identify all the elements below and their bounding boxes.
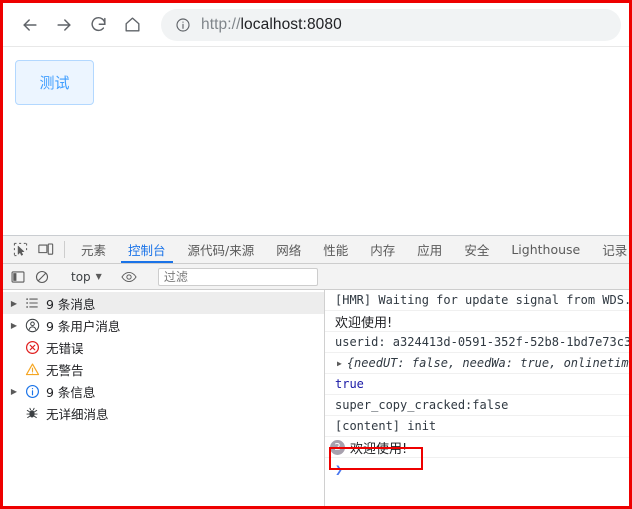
page-viewport: 测试 <box>3 47 629 235</box>
devtools-panel: 元素 控制台 源代码/来源 网络 性能 内存 应用 安全 Lighthouse … <box>3 235 629 506</box>
tab-security[interactable]: 安全 <box>453 236 500 263</box>
console-prompt[interactable]: ❯ <box>325 458 629 482</box>
tab-application[interactable]: 应用 <box>406 236 453 263</box>
verbose-bug-icon <box>21 406 43 420</box>
console-message-object[interactable]: ▶ {needUT: false, needWa: true, onlineti… <box>325 353 629 374</box>
user-icon <box>21 318 43 333</box>
console-toolbar: top ▼ 过滤 <box>3 264 629 290</box>
info-circle-icon[interactable] <box>175 17 191 33</box>
console-message-text: super_copy_cracked:false <box>335 398 509 412</box>
console-filter-input[interactable]: 过滤 <box>157 267 318 286</box>
chevron-down-icon: ▼ <box>95 272 102 281</box>
live-expression-eye-icon[interactable] <box>117 265 141 289</box>
expand-triangle-icon[interactable]: ▶ <box>337 359 342 368</box>
url-scheme: http:// <box>201 15 241 33</box>
prompt-chevron-icon: ❯ <box>335 462 343 478</box>
console-sidebar: ▶ 9 条消息 ▶ 9 条用户消息 无错误 无警告 ▶ 9 条信息 无详细消息 <box>3 290 325 506</box>
console-message-hmr[interactable]: [HMR] Waiting for update signal from WDS… <box>325 290 629 311</box>
chevron-right-icon[interactable]: ▶ <box>7 387 21 396</box>
test-button[interactable]: 测试 <box>15 60 94 105</box>
sidebar-item-label: 9 条用户消息 <box>46 318 121 334</box>
device-toolbar-icon[interactable] <box>33 236 59 263</box>
sidebar-item-label: 9 条信息 <box>46 384 96 400</box>
reload-icon[interactable] <box>81 8 115 42</box>
console-sidebar-toggle-icon[interactable] <box>6 265 30 289</box>
tab-recorder[interactable]: 记录 <box>591 236 629 263</box>
inspect-element-icon[interactable] <box>7 236 33 263</box>
sidebar-item-info[interactable]: ▶ 9 条信息 <box>3 380 324 402</box>
console-message-super-copy-cracked[interactable]: super_copy_cracked:false <box>325 395 629 416</box>
console-message-userid[interactable]: userid: a324413d-0591-352f-52b8-1bd7e73c… <box>325 332 629 353</box>
sidebar-item-verbose[interactable]: 无详细消息 <box>3 402 324 424</box>
sidebar-item-all-messages[interactable]: ▶ 9 条消息 <box>3 292 324 314</box>
console-message-text: [content] init <box>335 419 437 433</box>
console-message-text: 欢迎使用! <box>350 441 408 457</box>
console-message-welcome-2[interactable]: 2 欢迎使用! <box>325 437 629 458</box>
sidebar-item-user-messages[interactable]: ▶ 9 条用户消息 <box>3 314 324 336</box>
devtools-tabbar: 元素 控制台 源代码/来源 网络 性能 内存 应用 安全 Lighthouse … <box>3 236 629 264</box>
tab-elements[interactable]: 元素 <box>70 236 117 263</box>
console-message-true[interactable]: true <box>325 374 629 395</box>
sidebar-item-label: 无详细消息 <box>46 406 109 422</box>
console-message-text: userid: a324413d-0591-352f-52b8-1bd7e73c… <box>335 335 629 349</box>
console-message-list[interactable]: [HMR] Waiting for update signal from WDS… <box>325 290 629 506</box>
tab-lighthouse[interactable]: Lighthouse <box>500 236 591 263</box>
repeat-count-badge: 2 <box>330 439 345 455</box>
tab-memory[interactable]: 内存 <box>359 236 406 263</box>
console-message-text: true <box>335 377 364 391</box>
execution-context-selector[interactable]: top ▼ <box>65 270 106 284</box>
chevron-right-icon[interactable]: ▶ <box>7 321 21 330</box>
error-icon <box>21 340 43 355</box>
back-icon[interactable] <box>13 8 47 42</box>
execution-context-value: top <box>71 269 91 284</box>
clear-console-icon[interactable] <box>30 265 54 289</box>
console-message-welcome-1[interactable]: 欢迎使用! <box>325 311 629 332</box>
console-filter-placeholder: 过滤 <box>163 270 188 284</box>
list-icon <box>21 296 43 310</box>
sidebar-item-label: 无警告 <box>46 362 84 378</box>
sidebar-item-label: 9 条消息 <box>46 296 96 312</box>
tab-performance[interactable]: 性能 <box>312 236 359 263</box>
browser-window: http://localhost:8080 测试 元素 控制台 源代码/来源 网… <box>0 0 632 509</box>
sidebar-item-errors[interactable]: 无错误 <box>3 336 324 358</box>
address-bar[interactable]: http://localhost:8080 <box>161 8 621 41</box>
console-body: ▶ 9 条消息 ▶ 9 条用户消息 无错误 无警告 ▶ 9 条信息 无详细消息 … <box>3 290 629 506</box>
tab-network[interactable]: 网络 <box>265 236 312 263</box>
tab-console[interactable]: 控制台 <box>117 236 177 263</box>
forward-icon[interactable] <box>47 8 81 42</box>
warning-icon <box>21 362 43 377</box>
chevron-right-icon[interactable]: ▶ <box>7 299 21 308</box>
sidebar-item-warnings[interactable]: 无警告 <box>3 358 324 380</box>
console-message-text: [HMR] Waiting for update signal from WDS… <box>335 293 629 307</box>
toolbar-divider <box>64 241 65 258</box>
browser-toolbar: http://localhost:8080 <box>3 3 629 47</box>
info-icon <box>21 384 43 399</box>
console-message-text: 欢迎使用! <box>335 315 393 331</box>
console-message-content-init[interactable]: [content] init <box>325 416 629 437</box>
sidebar-item-label: 无错误 <box>46 340 84 356</box>
console-message-text: {needUT: false, needWa: true, onlinetime… <box>346 356 629 370</box>
tab-sources[interactable]: 源代码/来源 <box>177 236 266 263</box>
home-icon[interactable] <box>115 8 149 42</box>
address-bar-url: http://localhost:8080 <box>201 16 342 34</box>
url-host: localhost:8080 <box>240 15 342 33</box>
